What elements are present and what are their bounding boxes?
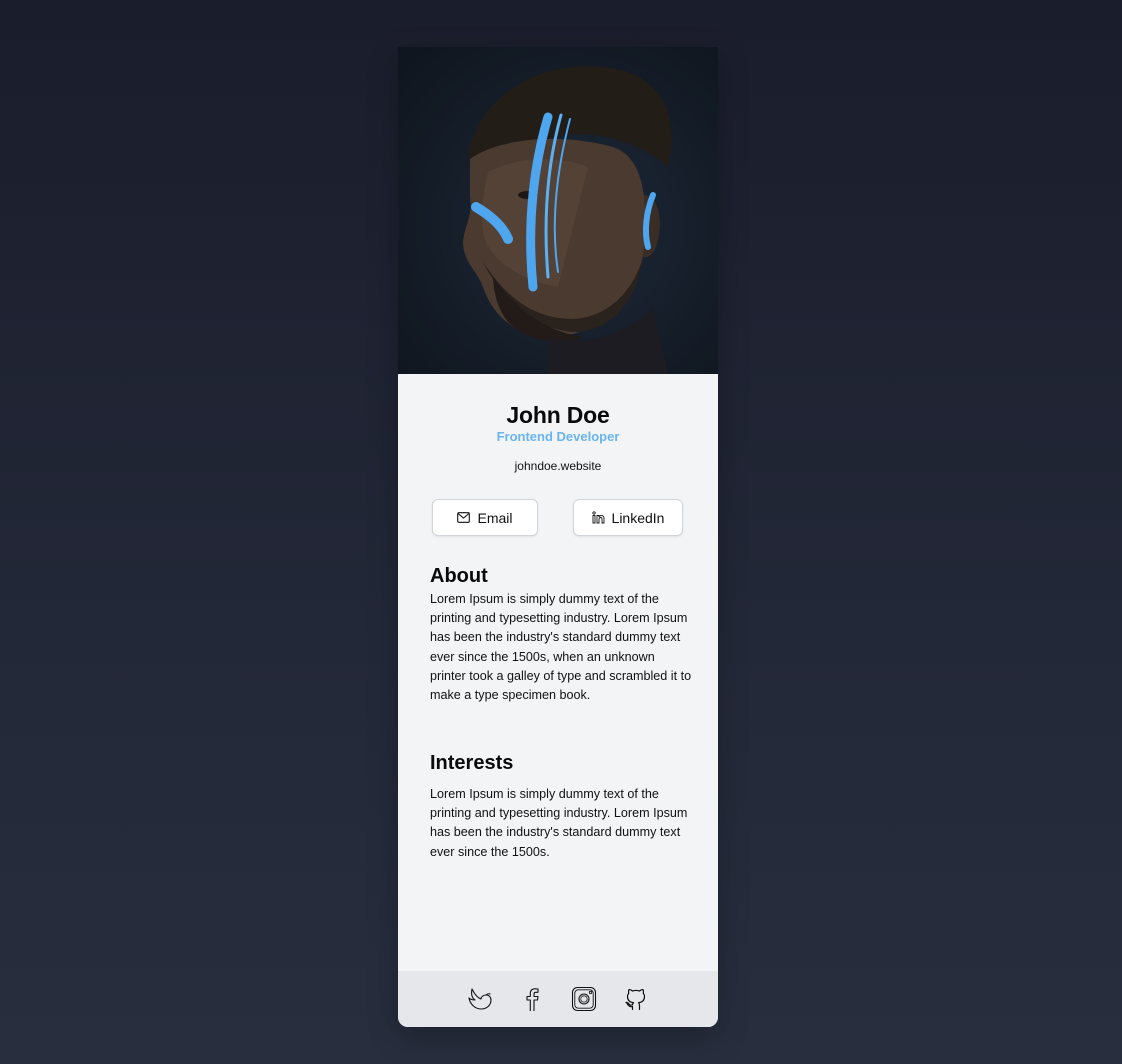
email-button-label: Email <box>477 509 513 526</box>
facebook-icon[interactable] <box>519 986 545 1012</box>
linkedin-icon <box>591 511 605 524</box>
instagram-icon[interactable] <box>571 986 597 1012</box>
about-text: Lorem Ipsum is simply dummy text of the … <box>430 592 692 703</box>
profile-role: Frontend Developer <box>496 429 620 444</box>
profile-website-link[interactable]: johndoe.website <box>398 459 718 473</box>
profile-name: John Doe <box>506 402 610 428</box>
profile-card: John Doe Frontend Developer johndoe.webs… <box>398 47 718 1027</box>
email-button[interactable]: Email <box>432 499 538 536</box>
interests-heading: Interests <box>430 752 514 774</box>
interests-text: Lorem Ipsum is simply dummy text of the … <box>430 787 688 859</box>
social-footer <box>398 971 718 1027</box>
linkedin-button-label: LinkedIn <box>611 509 665 526</box>
mail-icon <box>457 512 471 523</box>
github-icon[interactable] <box>623 986 649 1012</box>
twitter-icon[interactable] <box>467 986 493 1012</box>
linkedin-button[interactable]: LinkedIn <box>573 499 683 536</box>
profile-photo <box>398 47 718 374</box>
about-heading: About <box>430 565 488 587</box>
